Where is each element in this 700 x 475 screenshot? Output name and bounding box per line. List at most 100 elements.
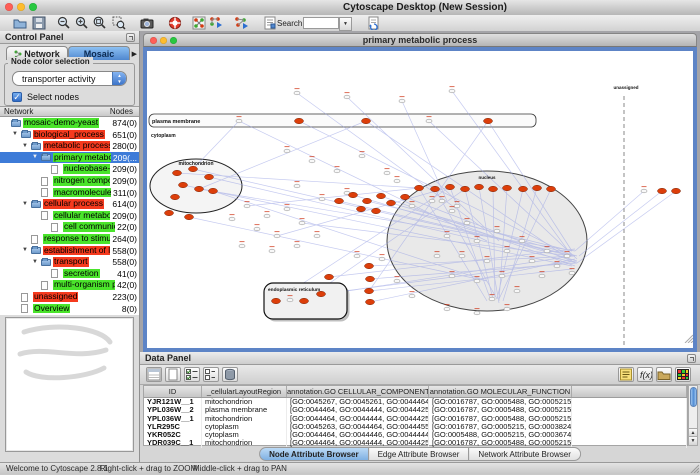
tree-expand-icon[interactable]: ▼ [32, 154, 38, 160]
network-node[interactable] [344, 95, 350, 99]
network-node[interactable] [229, 217, 235, 221]
network-graph[interactable]: plasma membranecytoplasmmitochondrionnuc… [147, 51, 693, 348]
network-node-selected[interactable] [171, 194, 180, 199]
network-node-selected[interactable] [415, 185, 424, 190]
table-column-header[interactable]: annotation.GO CELLULAR_COMPONENT [287, 386, 429, 397]
network-node[interactable] [309, 159, 315, 163]
network-node[interactable] [641, 189, 647, 193]
network-node[interactable] [239, 244, 245, 248]
scroll-down-icon[interactable]: ▼ [689, 436, 697, 445]
network-node-selected[interactable] [446, 184, 455, 189]
tree-row[interactable]: mosaic-demo-yeast874(0) [0, 117, 139, 129]
network-node-selected[interactable] [325, 274, 334, 279]
network-view-frame[interactable]: primary metabolic process plasma membran… [143, 33, 697, 352]
zoom-window-icon[interactable] [29, 3, 37, 11]
network-node-selected[interactable] [658, 188, 667, 193]
network-node[interactable] [529, 259, 535, 263]
create-attribute-icon[interactable] [165, 367, 181, 382]
network-node-selected[interactable] [461, 186, 470, 191]
table-column-header[interactable]: ID [144, 386, 202, 397]
attribute-table[interactable]: ID_cellularLayoutRegionannotation.GO CEL… [143, 385, 688, 446]
network-node-selected[interactable] [173, 170, 182, 175]
table-row[interactable]: YLR295Ccytoplasm[GO:0045263, GO:0044464,… [144, 423, 687, 431]
network-node[interactable] [504, 249, 510, 253]
network-node-selected[interactable] [377, 193, 386, 198]
network-node[interactable] [434, 254, 440, 258]
select-attributes-icon[interactable] [146, 367, 162, 382]
network-node-selected[interactable] [362, 118, 371, 123]
network-node[interactable] [484, 259, 490, 263]
network-canvas[interactable]: plasma membranecytoplasmmitochondrionnuc… [147, 51, 693, 348]
network-node-selected[interactable] [533, 185, 542, 190]
search-input[interactable] [303, 17, 339, 29]
network-node-selected[interactable] [387, 200, 396, 205]
network-node[interactable] [319, 197, 325, 201]
table-column-header[interactable]: _cellularLayoutRegion [202, 386, 287, 397]
network-node[interactable] [464, 221, 470, 225]
network-node-selected[interactable] [335, 198, 344, 203]
network-node-selected[interactable] [401, 194, 410, 199]
network-node-selected[interactable] [189, 166, 198, 171]
select-nodes-checkbox[interactable]: ✓ [12, 92, 22, 102]
network-node[interactable] [334, 169, 340, 173]
network-node-selected[interactable] [431, 186, 440, 191]
delete-attribute-icon[interactable] [222, 367, 238, 382]
unselect-all-attributes-icon[interactable] [203, 367, 219, 382]
attribute-browser-tab[interactable]: Network Attribute Browser [468, 447, 580, 461]
network-node[interactable] [394, 179, 400, 183]
tree-row[interactable]: ▼establishment of lo558(0) [0, 245, 139, 257]
network-node[interactable] [539, 274, 545, 278]
network-node-selected[interactable] [205, 174, 214, 179]
network-node-selected[interactable] [366, 299, 375, 304]
minimize-window-icon[interactable] [17, 3, 25, 11]
network-node-selected[interactable] [179, 182, 188, 187]
network-node[interactable] [474, 239, 480, 243]
table-scrollbar[interactable]: ▲ ▼ [688, 385, 698, 446]
float-data-panel-icon[interactable] [687, 354, 696, 363]
network-node[interactable] [499, 274, 505, 278]
network-node[interactable] [294, 244, 300, 248]
vizmapper-icon[interactable] [208, 16, 222, 30]
network-frame-titlebar[interactable]: primary metabolic process [143, 33, 697, 47]
tree-row[interactable]: ▼transport558(0) [0, 256, 139, 268]
network-node-selected[interactable] [349, 192, 358, 197]
close-window-icon[interactable] [5, 3, 13, 11]
table-row[interactable]: YPL036W__2plasma membrane[GO:0044464, GO… [144, 406, 687, 414]
zoom-fit-icon[interactable] [93, 16, 107, 30]
frame-resize-grip[interactable] [683, 330, 693, 348]
tree-expand-icon[interactable]: ▼ [22, 143, 28, 149]
birds-eye-view[interactable] [5, 317, 134, 452]
plasma-membrane-region[interactable] [149, 114, 536, 127]
network-node-selected[interactable] [272, 298, 281, 303]
network-node-selected[interactable] [372, 208, 381, 213]
network-node-selected[interactable] [365, 263, 374, 268]
open-session-icon[interactable] [13, 16, 27, 30]
zoom-in-icon[interactable] [75, 16, 89, 30]
network-node[interactable] [454, 204, 460, 208]
refresh-icon[interactable] [367, 16, 381, 30]
tree-row[interactable]: cellular metabo209(0) [0, 210, 139, 222]
network-node-selected[interactable] [185, 214, 194, 219]
tree-row[interactable]: Overview8(0) [0, 303, 139, 315]
table-column-header[interactable]: annotation.GO MOLECULAR_FUNCTION [429, 386, 572, 397]
save-session-icon[interactable] [32, 16, 46, 30]
tab-overflow-arrow-icon[interactable]: ▶ [132, 50, 137, 58]
table-row[interactable]: YJR121W__1mitochondrion[GO:0045267, GO:0… [144, 398, 687, 406]
network-node[interactable] [394, 279, 400, 283]
network-node[interactable] [314, 234, 320, 238]
tree-row[interactable]: nucleobase-209(0) [0, 163, 139, 175]
attribute-table-header[interactable]: ID_cellularLayoutRegionannotation.GO CEL… [144, 386, 687, 398]
tree-expand-icon[interactable]: ▼ [32, 259, 38, 265]
tree-row[interactable]: ▼primary metabo209(... [0, 152, 139, 164]
snapshot-icon[interactable] [140, 16, 154, 30]
network-node[interactable] [236, 119, 242, 123]
function-builder-icon[interactable]: f(x) [637, 367, 653, 382]
network-node[interactable] [554, 264, 560, 268]
network-node[interactable] [444, 234, 450, 238]
network-node[interactable] [426, 119, 432, 123]
network-node[interactable] [299, 221, 305, 225]
network-node[interactable] [354, 254, 360, 258]
network-node-selected[interactable] [365, 288, 374, 293]
attribute-list-icon[interactable] [618, 367, 634, 382]
network-node[interactable] [409, 204, 415, 208]
